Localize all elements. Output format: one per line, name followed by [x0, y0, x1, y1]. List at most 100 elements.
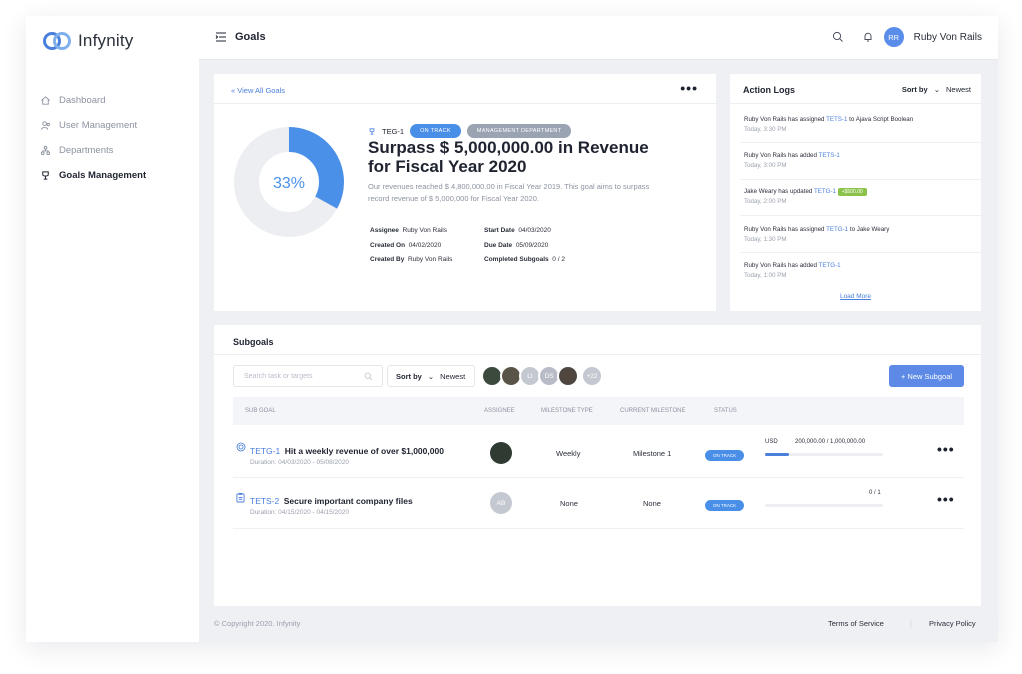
- view-all-goals-link[interactable]: « View All Goals: [231, 86, 285, 95]
- log-code-link[interactable]: TETG-1: [826, 226, 848, 233]
- sidebar-nav: Dashboard User Management Departments Go…: [40, 88, 146, 188]
- load-more-link[interactable]: Load More: [730, 293, 981, 300]
- menu-collapse-icon[interactable]: [215, 32, 227, 42]
- privacy-link[interactable]: Privacy Policy: [929, 619, 976, 628]
- log-code-link[interactable]: TETS-1: [826, 116, 847, 123]
- search-placeholder: Search task or targets: [244, 373, 313, 380]
- milestone-type: None: [560, 499, 578, 508]
- divider: [740, 252, 981, 253]
- goal-description: Our revenues reached $ 4,800,000.00 in F…: [368, 182, 650, 203]
- top-bar: Goals RR Ruby Von Rails: [199, 16, 998, 60]
- log-time: Today, 2:00 PM: [744, 198, 787, 205]
- search-icon[interactable]: [832, 31, 844, 43]
- terms-link[interactable]: Terms of Service: [828, 619, 884, 628]
- log-text: Ruby Von Rails has added: [744, 262, 817, 269]
- more-options-button[interactable]: •••: [680, 80, 698, 96]
- column-header: MILESTONE TYPE: [541, 408, 593, 414]
- row-options-button[interactable]: •••: [937, 491, 955, 507]
- log-text: Jake Weary has updated: [744, 188, 813, 195]
- avatar[interactable]: RR: [883, 27, 904, 47]
- meta-label: Created On: [370, 241, 406, 249]
- divider: [214, 354, 981, 355]
- department-badge: MANAGEMENT DEPARTMENT: [466, 124, 572, 138]
- search-input[interactable]: Search task or targets: [233, 365, 383, 387]
- sidebar-item-user-management[interactable]: User Management: [40, 113, 146, 138]
- milestone-type: Weekly: [556, 449, 581, 458]
- meta-value: 04/03/2020: [518, 227, 551, 234]
- goal-meta-right: Start Date 04/03/2020 Due Date 05/09/202…: [484, 224, 565, 268]
- trophy-icon: [369, 127, 375, 135]
- sidebar-item-dashboard[interactable]: Dashboard: [40, 88, 146, 113]
- logo: Infynity: [42, 30, 133, 52]
- meta-value: Ruby Von Rails: [407, 256, 453, 263]
- meta-label: Completed Subgoals: [484, 256, 549, 263]
- status-badge: ON TRACK: [705, 450, 745, 461]
- avatar[interactable]: [557, 365, 579, 387]
- more-avatars-count[interactable]: +22: [581, 365, 603, 387]
- search-icon: [364, 372, 373, 381]
- divider: [730, 103, 981, 104]
- sidebar: Infynity Dashboard User Management Depar…: [26, 16, 199, 642]
- action-logs-title: Action Logs: [743, 85, 795, 95]
- row-options-button[interactable]: •••: [937, 441, 955, 457]
- copyright-text: © Copyright 2020. Infynity: [214, 619, 301, 628]
- goal-meta-left: Assignee Ruby Von Rails Created On 04/02…: [370, 224, 452, 268]
- current-milestone: Milestone 1: [633, 449, 672, 458]
- log-text: to Ajava Script Boolean: [849, 116, 914, 123]
- meta-label: Assignee: [370, 227, 399, 234]
- progress-text: 0 / 1: [869, 490, 881, 496]
- avatar[interactable]: [490, 442, 512, 464]
- new-subgoal-button[interactable]: + New Subgoal: [889, 365, 964, 387]
- log-time: Today, 1:30 PM: [744, 236, 787, 243]
- log-time: Today, 1:00 PM: [744, 272, 787, 279]
- home-icon: [41, 96, 50, 105]
- log-entry: Ruby Von Rails has added TETG-1 Today, 1…: [744, 262, 971, 279]
- top-bar-actions: RR Ruby Von Rails: [832, 27, 982, 47]
- org-chart-icon: [40, 145, 51, 156]
- progress-bar: [765, 504, 883, 507]
- goal-detail-card: « View All Goals ••• 33% TEG-1 ON TRACK …: [214, 74, 716, 311]
- log-entry: Ruby Von Rails has assigned TETG-1 to Ja…: [744, 226, 971, 243]
- user-name[interactable]: Ruby Von Rails: [914, 32, 982, 43]
- meta-label: Start Date: [484, 227, 515, 234]
- logs-sort-dropdown[interactable]: Sort by ⌄ Newest: [902, 85, 971, 94]
- goal-code: TEG-1: [382, 126, 405, 136]
- log-code-link[interactable]: TETG-1: [814, 188, 836, 195]
- sort-label: Sort by: [396, 372, 422, 381]
- avatar[interactable]: AB: [490, 492, 512, 514]
- table-row[interactable]: TETG-1 Hit a weekly revenue of over $1,0…: [233, 428, 964, 478]
- progress-bar-fill: [765, 453, 789, 456]
- target-icon: [236, 442, 246, 452]
- bell-icon[interactable]: [862, 31, 874, 43]
- log-text: Ruby Von Rails has assigned: [744, 116, 825, 123]
- log-code-link[interactable]: TETS-1: [819, 152, 840, 159]
- divider: [740, 179, 981, 180]
- subgoal-code-link[interactable]: TETG-1: [250, 446, 280, 456]
- log-time: Today, 3:30 PM: [744, 126, 787, 133]
- sidebar-item-departments[interactable]: Departments: [40, 138, 146, 163]
- subgoal-duration: Duration: 04/15/2020 - 04/15/2020: [250, 509, 350, 516]
- chevron-down-icon: ⌄: [427, 372, 435, 381]
- subgoals-sort-dropdown[interactable]: Sort by ⌄ Newest: [387, 365, 475, 387]
- log-code-link[interactable]: TETG-1: [819, 262, 841, 269]
- chevron-down-icon: ⌄: [933, 85, 940, 94]
- divider: [740, 142, 981, 143]
- log-text: Ruby Von Rails has added: [744, 152, 817, 159]
- sort-value: Newest: [440, 372, 466, 381]
- status-badge: ON TRACK: [410, 124, 461, 138]
- app-window: Infynity Dashboard User Management Depar…: [26, 16, 998, 642]
- subgoal-cell: TETS-2 Secure important company files Du…: [250, 491, 413, 516]
- table-header: SUB GOAL ASSIGNEE MILESTONE TYPE CURRENT…: [233, 397, 964, 425]
- sort-value: Newest: [945, 85, 971, 94]
- subgoals-card: Subgoals Search task or targets Sort by …: [214, 325, 981, 606]
- sidebar-item-goals-management[interactable]: Goals Management: [40, 163, 146, 188]
- log-text: to Jake Weary: [849, 226, 890, 233]
- column-header: ASSIGNEE: [484, 408, 515, 414]
- goal-tags: TEG-1 ON TRACK MANAGEMENT DEPARTMENT: [368, 124, 572, 138]
- clipboard-icon: [236, 493, 245, 503]
- progress-currency: USD: [765, 439, 778, 445]
- sidebar-item-label: Dashboard: [59, 95, 106, 106]
- table-row[interactable]: TETS-2 Secure important company files Du…: [233, 479, 964, 529]
- meta-value: 04/02/2020: [408, 241, 442, 249]
- subgoal-code-link[interactable]: TETS-2: [250, 496, 279, 506]
